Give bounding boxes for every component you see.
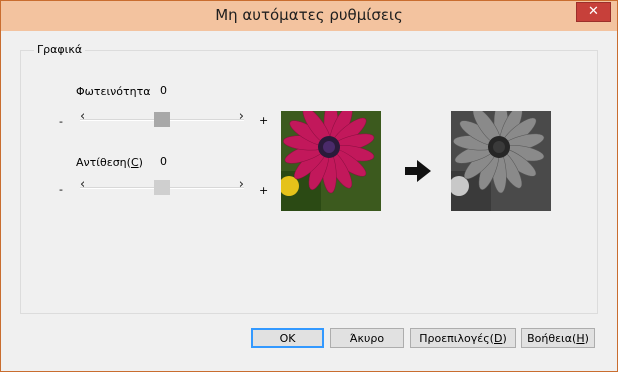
arrow-right-icon <box>405 160 431 185</box>
brightness-label: Φωτεινότητα <box>76 85 151 98</box>
contrast-slider[interactable]: ‹ › <box>80 177 244 198</box>
contrast-thumb[interactable] <box>154 180 170 195</box>
contrast-minus: - <box>59 183 63 196</box>
original-preview-image <box>281 111 381 211</box>
chevron-right-icon[interactable]: › <box>239 109 244 124</box>
cancel-button[interactable]: Άκυρο <box>330 328 404 348</box>
brightness-minus: - <box>59 115 63 128</box>
contrast-plus: + <box>259 184 269 197</box>
chevron-left-icon[interactable]: ‹ <box>80 109 85 124</box>
chevron-right-icon[interactable]: › <box>239 177 244 192</box>
ok-button[interactable]: OK <box>251 328 324 348</box>
title-bar[interactable]: Μη αυτόματες ρυθμίσεις ✕ <box>1 1 617 31</box>
brightness-value: 0 <box>160 84 167 97</box>
brightness-slider[interactable]: ‹ › <box>80 109 244 130</box>
close-button[interactable]: ✕ <box>576 2 611 22</box>
chevron-left-icon[interactable]: ‹ <box>80 177 85 192</box>
defaults-button[interactable]: Προεπιλογές(D) <box>410 328 516 348</box>
help-button[interactable]: Βοήθεια(H) <box>521 328 595 348</box>
window-title: Μη αυτόματες ρυθμίσεις <box>215 6 403 24</box>
grayscale-preview-image <box>451 111 551 211</box>
contrast-value: 0 <box>160 155 167 168</box>
brightness-thumb[interactable] <box>154 112 170 127</box>
contrast-label: Αντίθεση(C) <box>76 156 143 169</box>
close-icon: ✕ <box>588 4 599 19</box>
graphics-group-label: Γραφικά <box>34 43 86 56</box>
brightness-plus: + <box>259 114 269 127</box>
